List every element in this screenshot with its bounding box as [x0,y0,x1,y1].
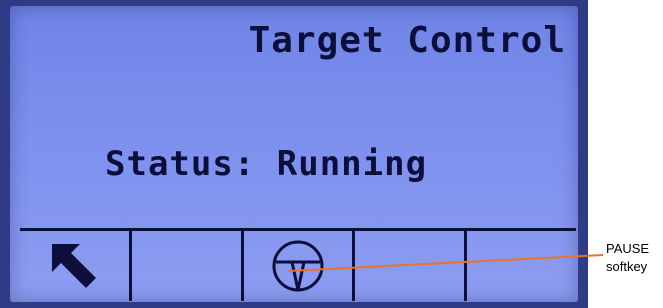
callout-label: PAUSE softkey [606,240,649,276]
softkey-pause[interactable] [244,231,356,301]
softkey-empty-2[interactable] [132,231,244,301]
softkey-bar [20,228,576,301]
display-bezel: Target Control Status: Running [0,0,588,308]
callout-label-line1: PAUSE [606,241,650,256]
softkey-empty-4[interactable] [355,231,468,301]
status-text: Status: Running [105,144,428,184]
softkey-back[interactable] [20,231,132,301]
lcd-screen: Target Control Status: Running [10,6,578,302]
arrow-up-left-icon [46,238,102,294]
softkey-empty-5[interactable] [467,231,576,301]
screen-title: Target Control [248,20,566,61]
callout-label-line2: softkey [606,259,648,274]
screenshot-stage: Target Control Status: Running PAUSE sof… [0,0,663,308]
pause-steering-wheel-icon [269,237,327,295]
